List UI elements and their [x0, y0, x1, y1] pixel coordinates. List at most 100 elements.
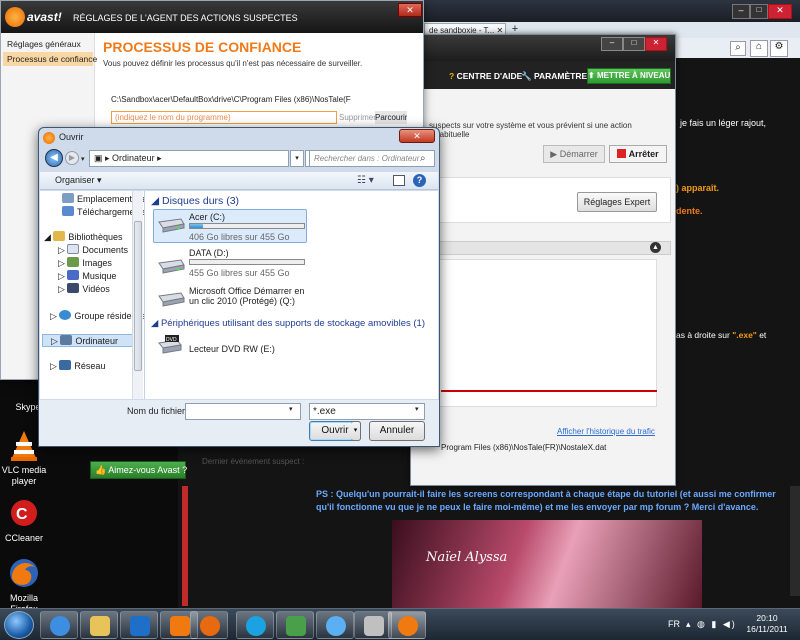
- stop-button[interactable]: Arrêter: [609, 145, 667, 163]
- downloads-icon: [62, 206, 74, 216]
- upgrade-button[interactable]: ⬆ METTRE À NIVEAU: [587, 68, 671, 84]
- help-label: CENTRE D'AIDE: [456, 71, 523, 81]
- ie-taskbar-button[interactable]: [40, 611, 78, 639]
- filter-dropdown-icon[interactable]: ▾: [415, 405, 419, 413]
- avast-minimize-button[interactable]: –: [601, 37, 623, 51]
- avast-taskbar-button[interactable]: [388, 611, 426, 639]
- hard-disks-header[interactable]: ◢ Disques durs (3): [151, 195, 239, 207]
- windows-start-icon[interactable]: [4, 611, 34, 639]
- cancel-button[interactable]: Annuler: [369, 421, 425, 441]
- program-name-input[interactable]: (indiquez le nom du programme): [111, 111, 337, 124]
- office-drive-icon: [157, 290, 185, 308]
- gear-icon[interactable]: ⚙: [770, 40, 788, 57]
- firefox-icon: [7, 556, 41, 590]
- avast-main-window: – □ ✕ ? CENTRE D'AIDE 🔧 PARAMÈTRES ⬆ MET…: [410, 34, 676, 486]
- tree-item-libraries[interactable]: ◢ Bibliothèques: [44, 231, 122, 243]
- tree-item-images[interactable]: ▷ Images: [58, 257, 112, 269]
- nav-trusted-processes[interactable]: Processus de confiance: [3, 52, 97, 66]
- paint-taskbar-button[interactable]: [354, 611, 392, 639]
- forum-text-apparait-text: ) apparaît.: [676, 183, 720, 193]
- view-options-icon[interactable]: ☷ ▾: [357, 175, 374, 186]
- address-dropdown-button[interactable]: ▾: [290, 150, 304, 167]
- avast-maximize-button[interactable]: □: [623, 37, 645, 51]
- stop-label: Arrêter: [628, 149, 659, 159]
- tree-item-music[interactable]: ▷ Musique: [58, 270, 116, 282]
- skype-icon: [246, 616, 266, 636]
- language-indicator[interactable]: FR: [668, 619, 680, 629]
- settings-heading: PROCESSUS DE CONFIANCE: [103, 39, 302, 55]
- recent-dropdown-icon[interactable]: ▾: [81, 155, 85, 163]
- search-input[interactable]: Rechercher dans : Ordinateur: [309, 150, 435, 167]
- file-type-select[interactable]: *.exe: [309, 403, 425, 420]
- tree-scroll-thumb[interactable]: [134, 221, 142, 371]
- scrollbar[interactable]: [790, 486, 800, 596]
- computer-small-icon: ▣: [94, 153, 103, 163]
- itunes-taskbar-button[interactable]: [316, 611, 354, 639]
- delete-button[interactable]: Supprimer: [339, 111, 376, 124]
- explorer-taskbar-button[interactable]: [80, 611, 118, 639]
- tree-item-homegroup[interactable]: ▷ Groupe résidentiel: [50, 310, 144, 322]
- help-icon[interactable]: ?: [413, 174, 426, 187]
- tree-item-network[interactable]: ▷ Réseau: [50, 360, 105, 372]
- open-dropdown-button[interactable]: ▾: [351, 421, 361, 441]
- network-icon: [59, 360, 72, 370]
- network-app-taskbar-button[interactable]: [276, 611, 314, 639]
- start-button[interactable]: ▶ Démarrer: [543, 145, 605, 163]
- dialog-close-button[interactable]: ✕: [399, 129, 435, 143]
- desktop-icon-ccleaner[interactable]: C CCleaner: [0, 496, 52, 544]
- tree-item-computer[interactable]: ▷ Ordinateur: [42, 334, 142, 347]
- hard-drive-icon: [157, 216, 185, 234]
- settings-close-button[interactable]: ✕: [398, 3, 422, 17]
- forum-banner-image: Naïel Alyssa: [392, 520, 702, 608]
- history-link[interactable]: Afficher l'historique du trafic: [557, 427, 655, 436]
- drive-c-usage-bar: [189, 223, 305, 229]
- home-icon[interactable]: ⌂: [750, 40, 768, 57]
- search-icon[interactable]: ⌕: [730, 41, 746, 56]
- skype-taskbar-button[interactable]: [236, 611, 274, 639]
- firefox-taskbar-button[interactable]: [190, 611, 228, 639]
- filename-input[interactable]: [185, 403, 301, 420]
- search-icon[interactable]: ⌕: [420, 153, 426, 164]
- expert-settings-button[interactable]: Réglages Expert: [577, 192, 657, 212]
- collapse-icon[interactable]: ▲: [650, 242, 661, 253]
- up-arrow-icon: ⬆: [588, 71, 595, 80]
- minimize-button[interactable]: –: [732, 4, 750, 19]
- drive-d-name[interactable]: DATA (D:): [189, 248, 229, 258]
- settings-label: PARAMÈTRES: [533, 71, 593, 81]
- drive-q-name[interactable]: Microsoft Office Démarrer en un clic 201…: [189, 286, 309, 306]
- nav-general-settings[interactable]: Réglages généraux: [7, 39, 81, 49]
- help-center-button[interactable]: ? CENTRE D'AIDE: [449, 71, 522, 81]
- organize-button[interactable]: Organiser ▾: [55, 175, 102, 186]
- like-avast-button[interactable]: 👍 Aimez-vous Avast ?: [90, 461, 187, 479]
- filename-dropdown-icon[interactable]: ▾: [289, 405, 293, 413]
- settings-button[interactable]: 🔧 PARAMÈTRES: [521, 71, 593, 82]
- organize-label: Organiser: [55, 175, 95, 185]
- avast-close-button[interactable]: ✕: [645, 37, 667, 51]
- vlc-icon: [170, 616, 190, 636]
- clock-date: 16/11/2011: [746, 624, 788, 634]
- tree-label: Documents: [82, 245, 128, 255]
- browse-button[interactable]: Parcourir: [375, 111, 407, 124]
- tree-label: Vidéos: [82, 284, 110, 294]
- desktop-icon-firefox[interactable]: Mozilla Firefox: [0, 556, 52, 615]
- tree-scrollbar[interactable]: [132, 191, 143, 399]
- avast-description: suspects sur votre système et vous prévi…: [429, 121, 632, 139]
- back-button[interactable]: ◀: [45, 149, 63, 167]
- start-label: Démarrer: [559, 149, 598, 159]
- tree-item-documents[interactable]: ▷ Documents: [58, 244, 128, 256]
- maximize-button[interactable]: □: [750, 4, 768, 19]
- address-bar[interactable]: ▣ ▸ Ordinateur ▸: [89, 150, 289, 167]
- forward-button[interactable]: ▶: [65, 151, 79, 165]
- videos-icon: [67, 283, 80, 293]
- trusted-path-entry[interactable]: C:\Sandbox\acer\DefaultBox\drive\C\Progr…: [111, 95, 411, 109]
- drive-c-usage-fill: [190, 224, 203, 228]
- tray-icons[interactable]: ▴ ◍ ▮ ◀): [686, 619, 737, 630]
- close-button[interactable]: ✕: [768, 4, 792, 19]
- clock[interactable]: 20:10 16/11/2011: [746, 613, 788, 635]
- preview-pane-icon[interactable]: [393, 175, 405, 186]
- dvd-drive-label[interactable]: Lecteur DVD RW (E:): [189, 344, 275, 354]
- removable-header[interactable]: ◢ Périphériques utilisant des supports d…: [151, 318, 425, 329]
- media-player-taskbar-button[interactable]: [120, 611, 158, 639]
- traffic-chart-area: [433, 259, 657, 407]
- tree-item-videos[interactable]: ▷ Vidéos: [58, 283, 110, 295]
